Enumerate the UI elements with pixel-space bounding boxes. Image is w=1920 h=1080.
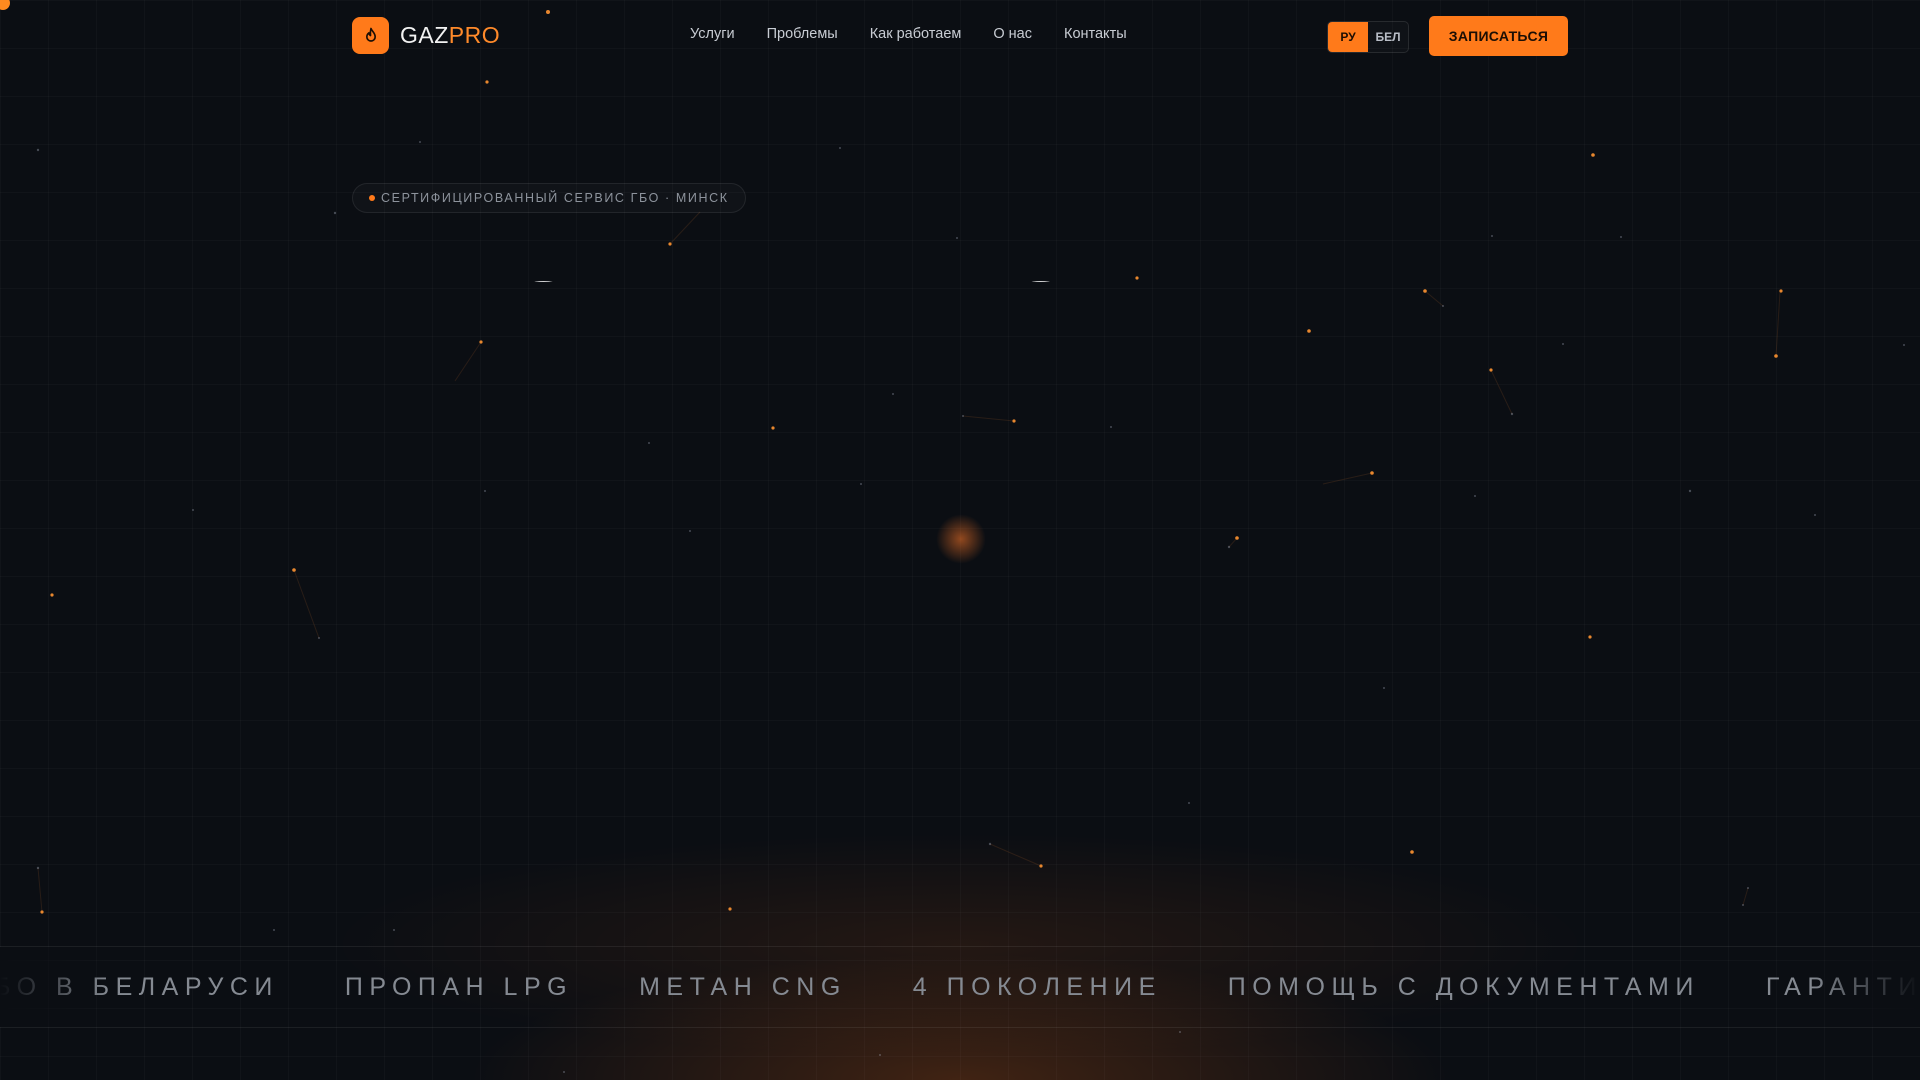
logo-link[interactable]: GAZPRO — [352, 17, 500, 54]
marquee-item: 4 ПОКОЛЕНИЕ — [912, 972, 1162, 1001]
signup-button[interactable]: ЗАПИСАТЬСЯ — [1429, 16, 1568, 56]
marquee-fade-right — [1810, 947, 1920, 1027]
flame-icon — [352, 17, 389, 54]
lang-option-ru[interactable]: РУ — [1328, 22, 1368, 52]
logo-text-gaz: GAZ — [400, 22, 449, 48]
marquee-track: ГБО В БЕЛАРУСИ ПРОПАН LPG МЕТАН CNG 4 ПО… — [0, 947, 1920, 1027]
marquee-item: ПРОПАН LPG — [344, 972, 574, 1001]
hero-badge-text: СЕРТИФИЦИРОВАННЫЙ СЕРВИС ГБО · МИНСК — [381, 191, 729, 205]
hero-badge: СЕРТИФИЦИРОВАННЫЙ СЕРВИС ГБО · МИНСК — [352, 183, 746, 213]
nav-item-problems[interactable]: Проблемы — [767, 26, 838, 42]
logo-text: GAZPRO — [400, 22, 500, 49]
page: GAZPRO Услуги Проблемы Как работаем О на… — [0, 0, 1920, 1080]
nav-item-how-we-work[interactable]: Как работаем — [870, 26, 962, 42]
nav-item-about[interactable]: О нас — [993, 26, 1032, 42]
hero-headline: МАСТЕРА ГБО — [352, 268, 1082, 282]
marquee-item: ПОМОЩЬ С ДОКУМЕНТАМИ — [1227, 972, 1700, 1001]
hero-headline-container: МАСТЕРА ГБО — [352, 268, 1252, 282]
marquee-item: МЕТАН CNG — [639, 972, 847, 1001]
site-header: GAZPRO Услуги Проблемы Как работаем О на… — [352, 16, 1568, 56]
feature-marquee: ГБО В БЕЛАРУСИ ПРОПАН LPG МЕТАН CNG 4 ПО… — [0, 946, 1920, 1028]
main-nav: Услуги Проблемы Как работаем О нас Конта… — [690, 26, 1127, 42]
lang-option-be[interactable]: БЕЛ — [1368, 22, 1408, 52]
language-switch: РУ БЕЛ — [1327, 21, 1409, 53]
particle-dots — [40, 10, 1783, 914]
logo-text-pro: PRO — [448, 22, 501, 48]
nav-item-contacts[interactable]: Контакты — [1064, 26, 1127, 42]
nav-item-services[interactable]: Услуги — [690, 26, 735, 42]
glow-orb — [936, 514, 986, 564]
marquee-fade-left — [0, 947, 110, 1027]
particle-links — [37, 211, 1781, 913]
badge-dot — [369, 195, 375, 201]
